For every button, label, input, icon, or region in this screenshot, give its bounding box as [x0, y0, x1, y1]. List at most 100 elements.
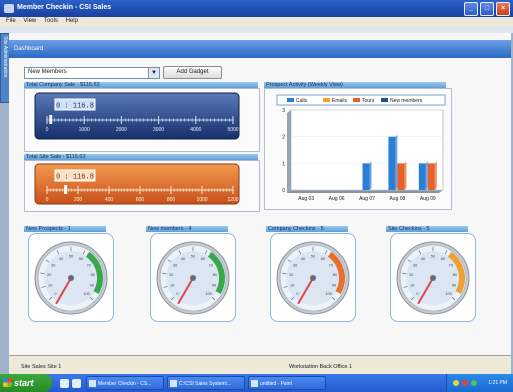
gauge-dial-label: 0 — [296, 292, 298, 296]
meter-tick-label: 5000 — [227, 127, 238, 133]
gauge-card: 0 10 20 30 40 50 60 70 80 90 100 — [150, 233, 236, 322]
gauge-dial-label: 10 — [170, 283, 174, 287]
gauge-card: 0 10 20 30 40 50 60 70 80 90 100 — [28, 233, 114, 322]
dashboard-header: Dashboard — [9, 40, 511, 58]
task-member-checkin[interactable]: Member Checkin - CS... — [86, 376, 164, 390]
x-tick-label: Aug 09 — [420, 196, 436, 202]
task-label: Member Checkin - CS... — [98, 381, 152, 387]
meter-tick-label: 1200 — [227, 197, 238, 203]
company-sales-pointer — [49, 115, 53, 124]
gauge-hub — [310, 275, 316, 281]
windows-flag-icon — [3, 378, 12, 387]
gauge-dial-label: 70 — [329, 264, 333, 268]
menu-help[interactable]: Help — [66, 17, 78, 26]
legend-label: Emails — [332, 98, 348, 104]
dashboard-title: Dashboard — [14, 46, 44, 52]
maximize-button[interactable]: □ — [480, 2, 494, 16]
gauge-hub — [430, 275, 436, 281]
meter-tick-label: 1000 — [79, 127, 90, 133]
start-button[interactable]: start — [0, 374, 52, 392]
x-tick-label: Aug 08 — [389, 196, 405, 202]
meter-tick-label: 0 — [46, 197, 49, 203]
gauge-dial-label: 100 — [325, 292, 331, 296]
gauge-dial-label: 20 — [169, 273, 173, 277]
legend-label: Calls — [296, 98, 308, 104]
meter-tick-label: 600 — [136, 197, 145, 203]
gauge-dial-label: 40 — [59, 257, 63, 261]
gauge-dial-label: 30 — [173, 264, 177, 268]
bar-calls — [418, 163, 426, 190]
task-csi-sales-folder[interactable]: C:\CSI Sales System\... — [167, 376, 245, 390]
tray-network-icon[interactable] — [453, 380, 459, 386]
bar-side — [425, 161, 428, 190]
bar-calls — [388, 136, 396, 190]
y-tick-label: 0 — [282, 188, 285, 194]
paint-icon — [251, 380, 258, 387]
minimize-button[interactable]: _ — [464, 2, 478, 16]
gauge-title: New members - 4 — [146, 226, 228, 232]
gauge-dial-label: 20 — [409, 273, 413, 277]
gauge-dial-label: 60 — [441, 257, 445, 261]
gauge-dial-label: 60 — [321, 257, 325, 261]
gauge-dial-label: 0 — [176, 292, 178, 296]
menu-tools[interactable]: Tools — [44, 17, 58, 26]
gadget-select-value: New Members — [28, 69, 67, 75]
add-gadget-button[interactable]: Add Gadget — [163, 66, 222, 79]
prospect-activity-panel: Calls Emails Tours New members 0 1 2 3 Aug 03 A… — [264, 88, 452, 210]
gauge-dial-label: 0 — [54, 292, 56, 296]
legend-swatch — [353, 98, 360, 102]
gauge-dial-label: 90 — [90, 283, 94, 287]
bar-side — [434, 161, 437, 190]
gauge-dial-label: 60 — [79, 257, 83, 261]
site-sales-panel: 0 : 116.8 0 200 400 600 800 1000 1200 — [24, 160, 260, 212]
gauge-dial-label: 30 — [413, 264, 417, 268]
legend-swatch — [323, 98, 330, 102]
y-tick-label: 2 — [282, 135, 285, 141]
tray-security-icon[interactable] — [462, 380, 468, 386]
status-right: Workstation Back Office 1 — [289, 364, 353, 370]
gauge-dial-label: 70 — [449, 264, 453, 268]
gauge-dial-label: 50 — [69, 255, 73, 259]
quicklaunch-browser-icon[interactable] — [60, 379, 69, 388]
chart-side-wall — [287, 110, 291, 193]
gauge-dial-label: 20 — [47, 273, 51, 277]
gauge-dial-label: 50 — [431, 255, 435, 259]
gauge-dial-label: 90 — [212, 283, 216, 287]
y-tick-label: 1 — [282, 161, 285, 167]
company-sales-panel: 0 : 116.8 0 1000 2000 3000 4000 5000 — [24, 88, 260, 152]
bar-side — [404, 161, 407, 190]
site-sales-readout: 0 : 116.8 — [56, 174, 94, 182]
menu-view[interactable]: View — [23, 17, 36, 26]
clock: 1:21 PM — [488, 380, 507, 386]
gauge-dial-label: 20 — [289, 273, 293, 277]
gauge-dial-label: 60 — [201, 257, 205, 261]
legend-label: New members — [390, 98, 423, 104]
gauge-dial-label: 80 — [453, 273, 457, 277]
gauge-title: New Prospects - 1 — [24, 226, 106, 232]
gauge-dial-label: 70 — [87, 264, 91, 268]
x-tick-label: Aug 06 — [329, 196, 345, 202]
system-tray: 1:21 PM — [446, 374, 513, 392]
meter-tick-label: 800 — [167, 197, 176, 203]
x-tick-label: Aug 03 — [298, 196, 314, 202]
window-title: Member Checkin - CSI Sales — [17, 4, 112, 11]
y-tick-label: 3 — [282, 108, 285, 114]
quicklaunch-desktop-icon[interactable] — [72, 379, 81, 388]
menu-file[interactable]: File — [6, 17, 16, 26]
bar-tours — [397, 163, 405, 190]
gauge-dial-label: 90 — [452, 283, 456, 287]
gauge-dial-label: 80 — [333, 273, 337, 277]
gauge-card: 0 10 20 30 40 50 60 70 80 90 100 — [390, 233, 476, 322]
tray-volume-icon[interactable] — [471, 380, 477, 386]
meter-tick-label: 200 — [74, 197, 83, 203]
gadget-select[interactable]: New Members ▼ — [24, 67, 160, 79]
close-button[interactable]: × — [496, 2, 510, 16]
bar-tours — [427, 163, 435, 190]
gauge-dial-label: 10 — [48, 283, 52, 287]
gauge-dial-label: 40 — [301, 257, 305, 261]
side-tab-label: Site Administration — [2, 36, 8, 78]
task-label: untitled - Paint — [260, 381, 292, 387]
chevron-down-icon[interactable]: ▼ — [148, 68, 159, 78]
task-paint[interactable]: untitled - Paint — [248, 376, 326, 390]
meter-tick-label: 1000 — [196, 197, 207, 203]
